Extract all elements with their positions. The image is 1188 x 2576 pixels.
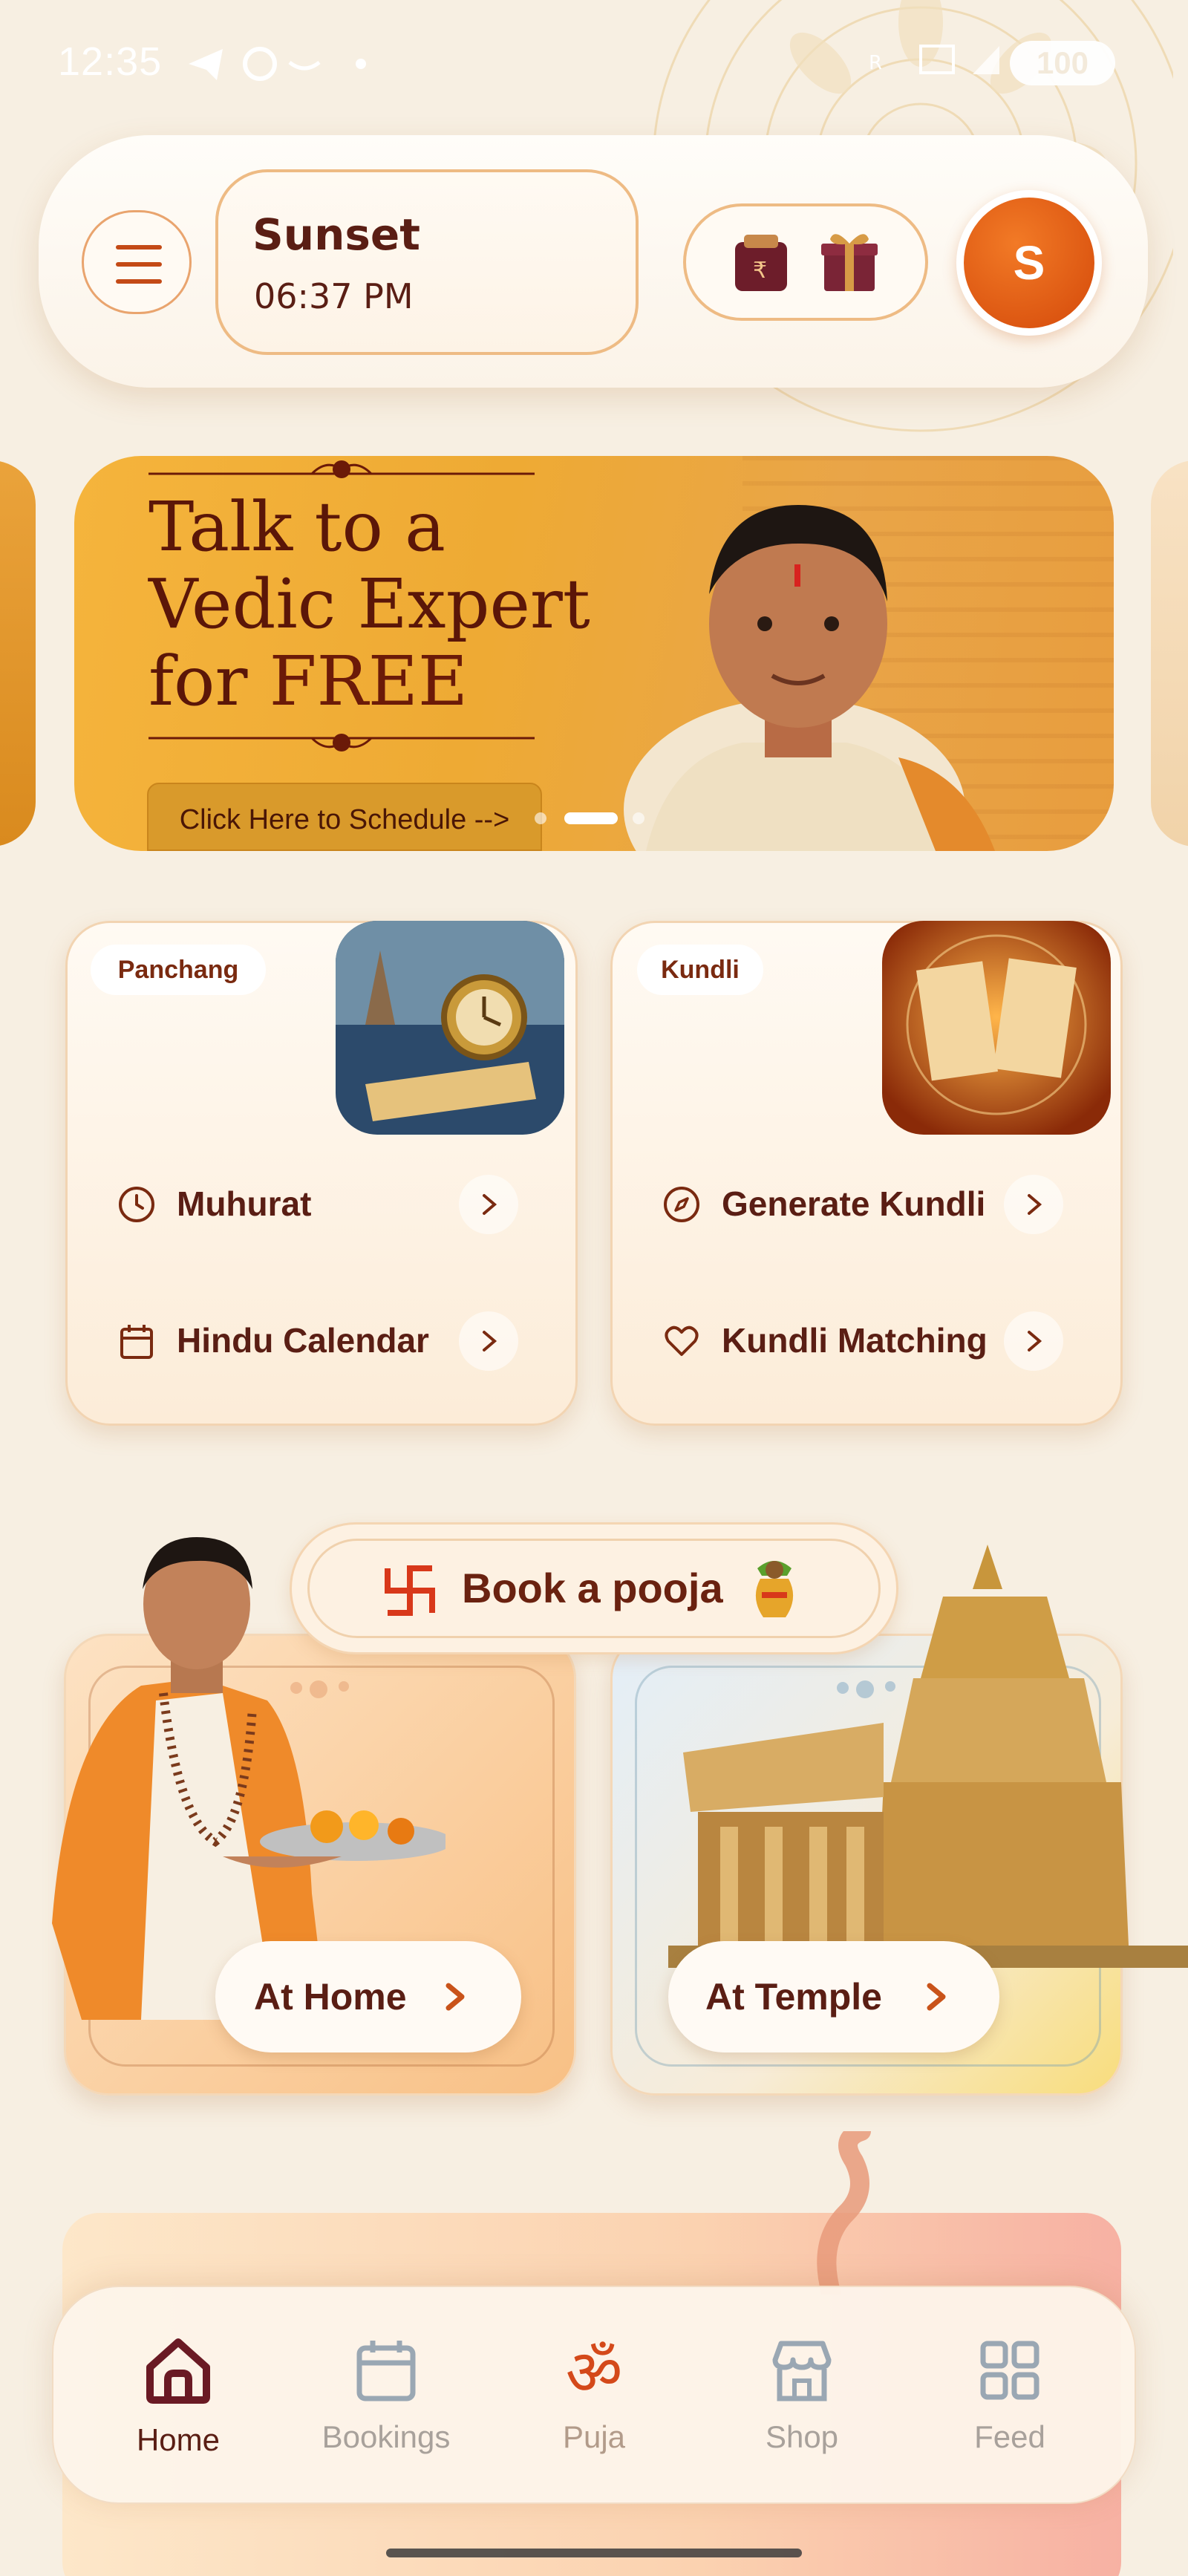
kundli-chip: Kundli [637, 945, 763, 995]
kundli-matching-label[interactable]: Kundli Matching [722, 1320, 988, 1360]
sunset-label: Sunset [252, 209, 420, 260]
chevron-right-icon [1028, 1331, 1042, 1351]
ornament-divider [148, 460, 535, 478]
chevron-right-icon [483, 1331, 497, 1351]
nav-bookings-label: Bookings [322, 2419, 451, 2454]
home-indicator[interactable] [386, 2549, 802, 2557]
banner-title-line3: for [148, 642, 270, 721]
banner-free-highlight: FREE [269, 642, 469, 721]
hindu-calendar-label[interactable]: Hindu Calendar [177, 1320, 429, 1360]
menu-button[interactable] [82, 210, 192, 314]
chevron-right-icon [1028, 1194, 1042, 1215]
kundli-thumbnail [882, 921, 1111, 1135]
banner-prev-peek[interactable] [0, 460, 36, 847]
incense-decoration [817, 2131, 871, 2295]
nav-home[interactable]: Home [89, 2317, 267, 2480]
at-home-button[interactable]: At Home [215, 1941, 521, 2052]
muhurat-arrow[interactable] [459, 1175, 518, 1234]
nav-home-label: Home [136, 2422, 221, 2457]
at-temple-button[interactable]: At Temple [668, 1941, 999, 2052]
carousel-indicator [535, 809, 653, 827]
carousel-dot[interactable] [633, 812, 644, 824]
compass-icon [664, 1187, 699, 1222]
panchang-thumbnail [336, 921, 564, 1135]
svg-text:ॐ: ॐ [566, 2336, 623, 2407]
gift-icon [821, 234, 878, 291]
ornament-divider [148, 734, 535, 751]
at-home-label: At Home [254, 1976, 407, 2018]
sunset-time: 06:37 PM [254, 276, 414, 316]
swastik-icon [385, 1565, 435, 1616]
kalash-icon [755, 1561, 794, 1617]
om-icon: ॐ [566, 2336, 623, 2407]
generate-kundli-arrow[interactable] [1004, 1175, 1063, 1234]
svg-text:₹: ₹ [753, 258, 767, 284]
home-icon [146, 2338, 210, 2404]
wallet-gift-button[interactable]: ₹ [683, 203, 928, 321]
heart-icon [665, 1326, 699, 1356]
sunset-info[interactable] [215, 169, 639, 355]
grid-icon [980, 2341, 1040, 2400]
nav-puja[interactable]: ॐ Puja [505, 2317, 683, 2480]
notification-icons [189, 47, 366, 81]
clock-icon [119, 1187, 154, 1222]
nav-feed-label: Feed [974, 2419, 1045, 2454]
kundli-matching-arrow[interactable] [1004, 1311, 1063, 1371]
at-temple-label: At Temple [705, 1976, 882, 2018]
menu-icon-bar [116, 262, 162, 267]
book-pooja-title: Book a pooja [462, 1565, 723, 1611]
calendar-icon [120, 1325, 153, 1359]
svg-text:R: R [869, 52, 882, 74]
hindu-calendar-arrow[interactable] [459, 1311, 518, 1371]
banner-title: Talk to a Vedic Expert for FREE [148, 489, 609, 720]
chevron-right-icon [446, 1983, 465, 2011]
carousel-dot-active[interactable] [564, 812, 618, 824]
status-time: 12:35 [58, 39, 163, 84]
panchang-chip: Panchang [91, 945, 266, 995]
avatar-initial: S [964, 198, 1094, 328]
banner-title-line1: Talk to a [148, 487, 446, 567]
status-bar: 12:35 R 100 [0, 0, 1188, 126]
schedule-cta-button[interactable]: Click Here to Schedule --> [147, 783, 542, 851]
nav-puja-label: Puja [562, 2419, 626, 2454]
chevron-right-icon [927, 1983, 946, 2011]
store-icon [772, 2341, 832, 2401]
generate-kundli-label[interactable]: Generate Kundli [722, 1184, 985, 1224]
menu-icon-bar [116, 279, 162, 284]
nav-shop[interactable]: Shop [713, 2317, 891, 2480]
banner-title-line2: Vedic Expert [148, 564, 590, 644]
carousel-dot[interactable] [535, 812, 546, 824]
vedic-expert-photo [624, 505, 995, 851]
chevron-right-icon [483, 1194, 497, 1215]
menu-icon [116, 245, 162, 250]
banner-next-peek[interactable] [1151, 460, 1188, 847]
nav-shop-label: Shop [765, 2419, 839, 2454]
muhurat-label[interactable]: Muhurat [177, 1184, 311, 1224]
nav-feed[interactable]: Feed [921, 2317, 1099, 2480]
nav-bookings[interactable]: Bookings [297, 2317, 475, 2480]
wallet-icon: ₹ [735, 235, 787, 291]
calendar-icon [356, 2341, 416, 2401]
battery-indicator: 100 [1010, 41, 1115, 85]
